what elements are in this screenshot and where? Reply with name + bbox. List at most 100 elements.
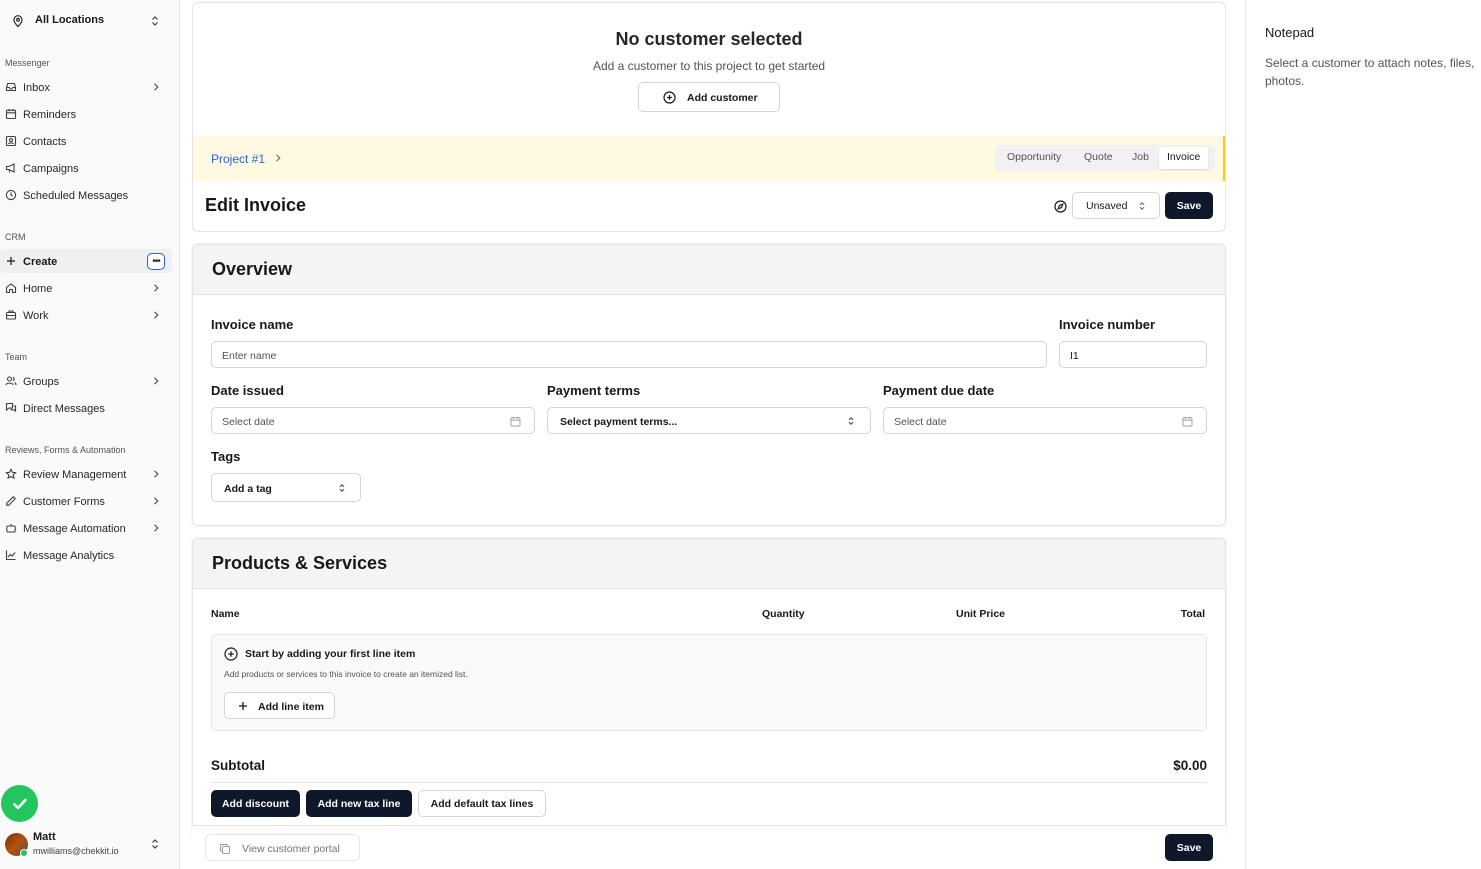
- briefcase-icon: [5, 310, 17, 320]
- tags-label: Tags: [211, 449, 241, 464]
- plus-icon: [239, 702, 247, 710]
- products-panel: Products & Services Name Quantity Unit P…: [192, 538, 1226, 838]
- star-icon: [5, 468, 17, 480]
- invoice-number-label: Invoice number: [1059, 317, 1156, 332]
- sidebar-label: Review Management: [23, 469, 127, 481]
- megaphone-icon: [5, 163, 15, 173]
- chevron-right-icon: [276, 154, 281, 162]
- payment-terms-select[interactable]: Select payment terms...: [547, 407, 871, 434]
- column-header-unit-price: Unit Price: [956, 608, 1006, 620]
- project-breadcrumb-link[interactable]: Project #1: [211, 152, 265, 166]
- add-customer-button[interactable]: Add customer: [638, 82, 780, 112]
- success-check-badge[interactable]: [1, 785, 38, 822]
- tab-job[interactable]: Job: [1132, 151, 1149, 163]
- sidebar-item-work[interactable]: Work: [0, 303, 172, 327]
- users-icon: [5, 376, 17, 386]
- plus-icon: [7, 257, 15, 265]
- sidebar-label: Campaigns: [23, 163, 79, 175]
- save-button[interactable]: Save: [1165, 192, 1213, 219]
- chevron-right-icon: [154, 284, 159, 292]
- clock-icon: [5, 189, 17, 201]
- section-team: Team: [5, 352, 28, 362]
- sidebar-item-groups[interactable]: Groups: [0, 369, 172, 393]
- overview-header: Overview: [193, 245, 1225, 295]
- sidebar-item-customer-forms[interactable]: Customer Forms: [0, 489, 172, 513]
- chevrons-up-down-icon: [152, 839, 158, 849]
- column-header-total: Total: [1180, 608, 1205, 620]
- compass-icon[interactable]: [1054, 200, 1067, 213]
- payment-terms-label: Payment terms: [547, 383, 641, 398]
- payment-due-label: Payment due date: [883, 383, 995, 398]
- calendar-icon: [5, 109, 17, 120]
- add-discount-button[interactable]: Add discount: [211, 790, 300, 817]
- section-crm: CRM: [5, 232, 26, 242]
- chevrons-up-down-icon: [152, 16, 158, 26]
- chevron-right-icon: [154, 311, 159, 319]
- sidebar-item-inbox[interactable]: Inbox: [0, 75, 172, 99]
- bot-icon: [6, 524, 16, 533]
- invoice-name-input[interactable]: Enter name: [211, 341, 1047, 368]
- sidebar-item-home[interactable]: Home: [0, 276, 172, 300]
- add-default-tax-lines-button[interactable]: Add default tax lines: [418, 790, 546, 817]
- user-email: mwilliams@chekkit.io: [33, 846, 119, 856]
- date-issued-label: Date issued: [211, 383, 284, 398]
- tab-opportunity[interactable]: Opportunity: [1007, 151, 1061, 163]
- save-button-footer[interactable]: Save: [1165, 834, 1213, 861]
- sidebar-label: Create: [23, 256, 58, 268]
- payment-due-picker[interactable]: Select date: [883, 407, 1207, 434]
- sidebar-label: Inbox: [23, 82, 50, 94]
- add-tax-line-button[interactable]: Add new tax line: [306, 790, 412, 817]
- date-issued-picker[interactable]: Select date: [211, 407, 535, 434]
- line-chart-icon: [5, 550, 16, 561]
- status-select[interactable]: Unsaved: [1072, 192, 1160, 219]
- location-selector[interactable]: All Locations: [0, 8, 172, 34]
- payment-due-placeholder: Select date: [894, 416, 947, 428]
- chevron-right-icon: [154, 497, 159, 505]
- add-customer-label: Add customer: [687, 92, 758, 104]
- add-line-item-label: Add line item: [258, 701, 324, 713]
- sidebar-label: Home: [23, 283, 53, 295]
- sidebar-label: Message Automation: [23, 523, 126, 535]
- sidebar-label: Groups: [23, 376, 60, 388]
- chevrons-up-down-icon: [848, 417, 854, 425]
- sidebar-item-direct-messages[interactable]: Direct Messages: [0, 396, 172, 420]
- sidebar-item-message-analytics[interactable]: Message Analytics: [0, 543, 172, 567]
- invoice-number-input[interactable]: I1: [1059, 341, 1207, 368]
- sidebar-label: Contacts: [23, 136, 67, 148]
- products-title: Products & Services: [212, 553, 388, 573]
- chevrons-up-down-icon: [339, 484, 345, 492]
- sidebar-item-scheduled-messages[interactable]: Scheduled Messages: [0, 183, 172, 207]
- calendar-icon: [1182, 416, 1193, 427]
- tags-placeholder: Add a tag: [224, 483, 272, 495]
- sidebar-item-review-management[interactable]: Review Management: [0, 462, 172, 486]
- calendar-icon: [510, 416, 521, 427]
- sidebar-item-campaigns[interactable]: Campaigns: [0, 156, 172, 180]
- customer-project-card: No customer selected Add a customer to t…: [192, 2, 1226, 232]
- section-reviews-forms-automation: Reviews, Forms & Automation: [5, 445, 126, 455]
- chevrons-up-down-icon: [1139, 202, 1145, 210]
- online-status-dot: [20, 849, 28, 857]
- app-root: All Locations Messenger Inbox Reminders …: [0, 0, 1481, 869]
- tab-quote[interactable]: Quote: [1084, 151, 1113, 163]
- footer-bar: View customer portal Save: [192, 825, 1226, 869]
- tags-select[interactable]: Add a tag: [211, 473, 361, 502]
- notepad-text: Select a customer to attach notes, files…: [1265, 56, 1475, 88]
- view-customer-portal-button[interactable]: View customer portal: [205, 834, 360, 861]
- ellipsis-icon: •••: [152, 255, 160, 267]
- subtotal-value: $0.00: [1173, 758, 1207, 773]
- overview-panel: Overview Invoice name Enter name Invoice…: [192, 244, 1226, 526]
- add-line-item-button[interactable]: Add line item: [224, 692, 335, 719]
- user-menu[interactable]: Matt mwilliams@chekkit.io: [0, 828, 178, 862]
- sidebar-item-reminders[interactable]: Reminders: [0, 102, 172, 126]
- plus-circle-icon: [663, 91, 676, 104]
- chevron-right-icon: [154, 470, 159, 478]
- contact-card-icon: [5, 135, 17, 147]
- create-more-button[interactable]: •••: [147, 253, 165, 270]
- sidebar-item-message-automation[interactable]: Message Automation: [0, 516, 172, 540]
- tab-invoice[interactable]: Invoice: [1159, 147, 1209, 169]
- page-title: Edit Invoice: [205, 195, 307, 215]
- products-header: Products & Services: [193, 539, 1225, 589]
- user-name: Matt: [33, 831, 56, 843]
- check-icon: [12, 798, 27, 809]
- sidebar-item-contacts[interactable]: Contacts: [0, 129, 172, 153]
